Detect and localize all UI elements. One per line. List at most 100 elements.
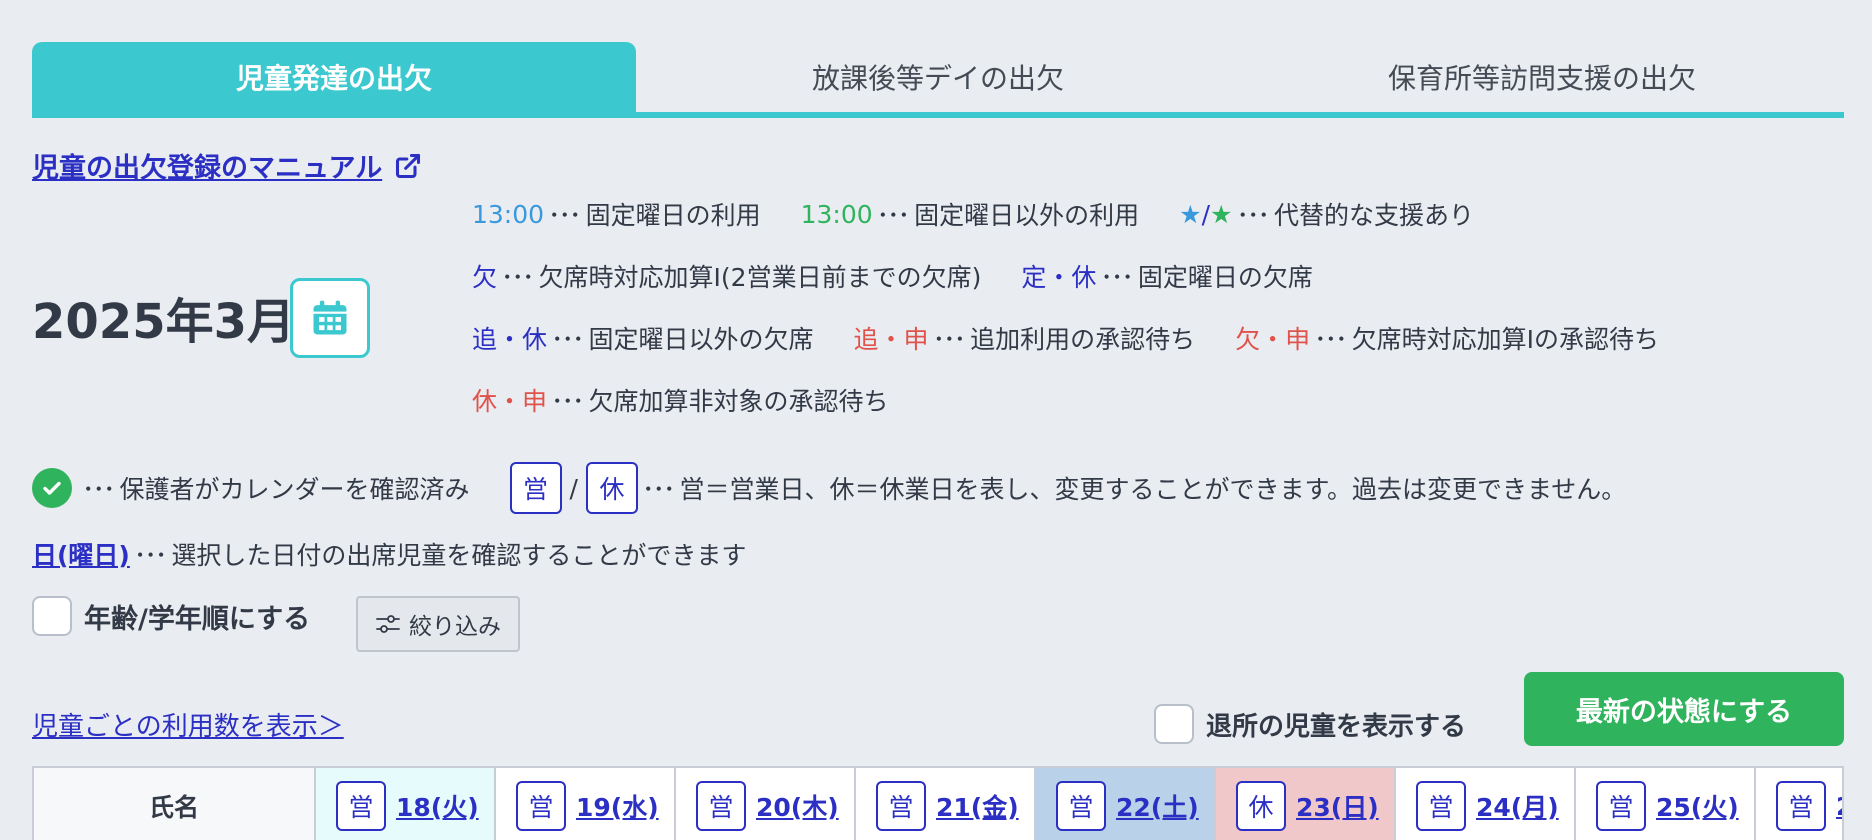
legend-absent-desc: 欠席時対応加算Ⅰ(2営業日前までの欠席) xyxy=(538,263,982,292)
calendar-button[interactable] xyxy=(290,278,370,358)
legend-row-4: 休・申 ･･･ 欠席加算非対象の承認待ち xyxy=(472,382,929,418)
day-column-header: 営 22(土) xyxy=(1036,768,1216,840)
confirmed-desc: 保護者がカレンダーを確認済み xyxy=(119,475,470,504)
day-status-toggle[interactable]: 休 xyxy=(1236,781,1286,831)
check-circle-icon xyxy=(32,468,72,508)
day-column-header: 営 24(月) xyxy=(1396,768,1576,840)
legend-off-request: 休・申 ･･･ 欠席加算非対象の承認待ち xyxy=(472,382,889,418)
legend-extra-off: 追・休 ･･･ 固定曜日以外の欠席 xyxy=(472,320,814,356)
day-column-header: 営 25(火) xyxy=(1576,768,1756,840)
filter-button[interactable]: 絞り込み xyxy=(356,596,520,652)
day-link-desc: 選択した日付の出席児童を確認することができます xyxy=(171,541,747,570)
sort-by-age-label: 年齢/学年順にする xyxy=(84,603,311,635)
filter-label: 絞り込み xyxy=(409,614,501,640)
day-link[interactable]: 26 xyxy=(1836,792,1842,821)
sort-option: 年齢/学年順にする xyxy=(32,596,310,636)
show-retired-checkbox[interactable] xyxy=(1154,704,1194,744)
day-link-legend-row: 日(曜日) ･･･ 選択した日付の出席児童を確認することができます xyxy=(32,536,746,572)
legend-extra-off-desc: 固定曜日以外の欠席 xyxy=(588,325,814,354)
business-day-desc: 営＝営業日、休＝休業日を表し、変更することができます。過去は変更できません。 xyxy=(679,475,1627,504)
legend-fixed-time: 13:00 ･･･ 固定曜日の利用 xyxy=(472,196,761,232)
day-column-header: 営 20(木) xyxy=(676,768,856,840)
day-link[interactable]: 22(土) xyxy=(1116,788,1199,824)
day-link[interactable]: 20(木) xyxy=(756,788,839,824)
legend-row-1: 13:00 ･･･ 固定曜日の利用 13:00 ･･･ 固定曜日以外の利用 ★ / ★ ･･･… xyxy=(472,196,1514,232)
slash: / xyxy=(569,473,578,503)
tab-nursery-visit-support[interactable]: 保育所等訪問支援の出欠 xyxy=(1240,42,1844,112)
usage-count-link[interactable]: 児童ごとの利用数を表示＞ xyxy=(32,706,344,743)
filter-sliders-icon xyxy=(376,615,400,633)
attendance-tabs: 児童発達の出欠 放課後等デイの出欠 保育所等訪問支援の出欠 xyxy=(32,42,1844,118)
manual-link-label: 児童の出欠登録のマニュアル xyxy=(32,153,383,184)
star-blue-icon: ★ xyxy=(1179,199,1202,229)
day-link[interactable]: 25(火) xyxy=(1656,788,1739,824)
day-status-toggle[interactable]: 営 xyxy=(1596,781,1646,831)
day-status-toggle[interactable]: 営 xyxy=(876,781,926,831)
attendance-table-header: 氏名 営 18(火) 営 19(水) 営 20(木) 営 21(金) 営 22(… xyxy=(32,766,1844,840)
legend-extra-request: 追・申 ･･･ 追加利用の承認待ち xyxy=(854,320,1196,356)
day-column-header: 休 23(日) xyxy=(1216,768,1396,840)
legend-dots: ･･･ xyxy=(82,475,115,504)
day-link[interactable]: 21(金) xyxy=(936,788,1019,824)
legend-dots: ･･･ xyxy=(501,263,534,292)
day-link[interactable]: 19(水) xyxy=(576,788,659,824)
calendar-icon xyxy=(313,300,347,335)
day-status-toggle[interactable]: 営 xyxy=(696,781,746,831)
day-link[interactable]: 24(月) xyxy=(1476,788,1559,824)
sort-by-age-checkbox[interactable] xyxy=(32,596,72,636)
legend-dots: ･･･ xyxy=(551,387,584,416)
day-column-header: 営 18(火) xyxy=(316,768,496,840)
day-link-sample: 日(曜日) xyxy=(32,541,130,570)
business-day-sample: 営 xyxy=(509,462,562,514)
legend-absent-request-desc: 欠席時対応加算Ⅰの承認待ち xyxy=(1351,325,1659,354)
legend-extra-request-desc: 追加利用の承認待ち xyxy=(970,325,1196,354)
name-column-header: 氏名 xyxy=(34,768,316,840)
legend-extra-off-sample: 追・休 xyxy=(472,325,548,354)
holiday-sample: 休 xyxy=(585,462,638,514)
legend-fixed-off-sample: 定・休 xyxy=(1021,263,1097,292)
tab-child-development[interactable]: 児童発達の出欠 xyxy=(32,42,636,112)
legend-off-request-desc: 欠席加算非対象の承認待ち xyxy=(588,387,889,416)
day-status-toggle[interactable]: 営 xyxy=(1056,781,1106,831)
legend-fixed-off: 定・休 ･･･ 固定曜日の欠席 xyxy=(1021,258,1313,294)
legend-dots: ･･･ xyxy=(133,541,167,570)
legend-absent-request-sample: 欠・申 xyxy=(1235,325,1311,354)
tab-after-school-day[interactable]: 放課後等デイの出欠 xyxy=(636,42,1240,112)
legend-alternative-desc: 代替的な支援あり xyxy=(1273,201,1474,230)
legend-extra-request-sample: 追・申 xyxy=(853,325,929,354)
legend-dots: ･･･ xyxy=(551,325,584,354)
legend-dots: ･･･ xyxy=(1100,263,1133,292)
legend-other-time-sample: 13:00 xyxy=(800,199,873,229)
day-status-toggle[interactable]: 営 xyxy=(516,781,566,831)
day-status-toggle[interactable]: 営 xyxy=(1416,781,1466,831)
star-green-icon: ★ xyxy=(1210,199,1233,229)
legend-dots: ･･･ xyxy=(1236,201,1269,230)
legend-fixed-time-desc: 固定曜日の利用 xyxy=(585,201,761,230)
month-title: 2025年3月 xyxy=(32,294,295,350)
legend-row-3: 追・休 ･･･ 固定曜日以外の欠席 追・申 ･･･ 追加利用の承認待ち 欠・申 ･･･ 欠席… xyxy=(472,320,1659,356)
legend-other-time: 13:00 ･･･ 固定曜日以外の利用 xyxy=(801,196,1140,232)
legend-other-time-desc: 固定曜日以外の利用 xyxy=(914,201,1140,230)
legend-off-request-sample: 休・申 xyxy=(472,387,548,416)
day-status-toggle[interactable]: 営 xyxy=(1776,781,1826,831)
legend-dots: ･･･ xyxy=(876,201,910,230)
legend-absent-request: 欠・申 ･･･ 欠席時対応加算Ⅰの承認待ち xyxy=(1235,320,1659,356)
day-column-header: 営 19(水) xyxy=(496,768,676,840)
status-legend-row: ･･･ 保護者がカレンダーを確認済み 営 / 休 ･･･ 営＝営業日、休＝休業日… xyxy=(32,462,1626,514)
legend-dots: ･･･ xyxy=(641,475,675,504)
day-status-toggle[interactable]: 営 xyxy=(336,781,386,831)
manual-link[interactable]: 児童の出欠登録のマニュアル xyxy=(32,146,422,185)
legend-alternative-support: ★ / ★ ･･･ 代替的な支援あり xyxy=(1179,196,1474,232)
legend-row-2: 欠･･･ 欠席時対応加算Ⅰ(2営業日前までの欠席) 定・休 ･･･ 固定曜日の欠席 xyxy=(472,258,1353,294)
day-column-header: 営 21(金) xyxy=(856,768,1036,840)
day-column-header: 営 26 xyxy=(1756,768,1842,840)
day-link[interactable]: 18(火) xyxy=(396,788,479,824)
star-separator: / xyxy=(1201,199,1211,229)
legend-dots: ･･･ xyxy=(548,201,581,230)
show-retired-option: 退所の児童を表示する xyxy=(1154,704,1466,744)
day-link[interactable]: 23(日) xyxy=(1296,788,1379,824)
legend-fixed-time-sample: 13:00 xyxy=(472,199,545,229)
refresh-button[interactable]: 最新の状態にする xyxy=(1524,672,1844,746)
legend-dots: ･･･ xyxy=(1314,325,1347,354)
show-retired-label: 退所の児童を表示する xyxy=(1206,711,1467,742)
